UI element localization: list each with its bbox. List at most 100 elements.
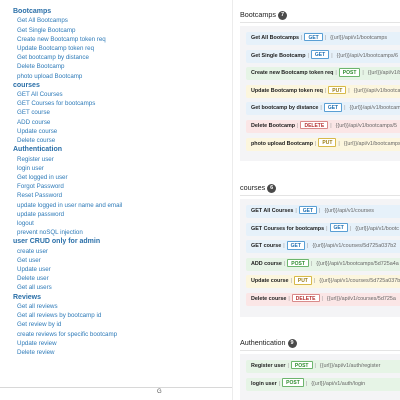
separator: |	[326, 225, 328, 232]
sidebar-item[interactable]: Update user	[13, 265, 232, 274]
endpoint-row[interactable]: GET Courses for bootcamps | GET | {{url}}/ap…	[246, 222, 400, 236]
sidebar-item[interactable]: create user	[13, 247, 232, 256]
endpoint-url: {{url}}/api/v1/courses/5d725a	[326, 295, 396, 302]
sidebar-item[interactable]: update password	[13, 210, 232, 219]
http-method-badge: GET	[286, 241, 305, 250]
section-header[interactable]: courses 6	[240, 181, 400, 195]
section-header[interactable]: Authentication 9	[240, 336, 400, 350]
sidebar-item[interactable]: prevent noSQL injection	[13, 228, 232, 237]
sidebar-item[interactable]: Delete user	[13, 274, 232, 283]
sidebar-item[interactable]: Get all reviews	[13, 302, 232, 311]
http-method-badge: GET	[304, 32, 323, 42]
separator: |	[310, 260, 313, 267]
sidebar-list: Bootcamps Get All Bootcamps Get Single Boo…	[13, 7, 232, 357]
endpoint-row[interactable]: ADD course | POST | {{url}}/api/v1/bootcamps…	[246, 257, 400, 271]
sidebar-item[interactable]: Register user	[13, 155, 232, 164]
endpoint-row[interactable]: Register user | POST | {{url}}/api/v1/auth/r…	[246, 360, 400, 373]
sidebar-item[interactable]: Get user	[13, 256, 232, 265]
sidebar-group-title[interactable]: Bootcamps	[13, 7, 232, 16]
endpoint-row[interactable]: login user | POST | {{url}}/api/v1/auth/logi…	[246, 377, 400, 391]
endpoint-row[interactable]: Get Single Bootcamp | GET | {{url}}/api/v1/b…	[246, 49, 400, 63]
section-count-badge: 6	[267, 183, 277, 193]
separator: |	[283, 243, 285, 250]
separator: |	[338, 140, 340, 147]
separator: |	[362, 70, 364, 77]
sidebar-item[interactable]: Reset Password	[13, 191, 232, 200]
sidebar-item[interactable]: Delete course	[13, 136, 232, 145]
separator: |	[349, 225, 352, 232]
sidebar-item[interactable]: GET Courses for bootcamps	[13, 99, 232, 108]
sidebar-item[interactable]: Update review	[13, 339, 232, 348]
section-header[interactable]: Bootcamps 7	[240, 8, 400, 22]
section-endpoint-list: Get All Bootcamps | GET | {{url}}/api/v1/boo…	[240, 26, 400, 162]
sidebar-group-title[interactable]: Reviews	[13, 293, 232, 302]
sidebar-item[interactable]: Forgot Password	[13, 182, 232, 191]
sidebar-group-title[interactable]: courses	[13, 81, 232, 90]
sidebar-group-title[interactable]: Authentication	[13, 145, 232, 154]
sidebar-item[interactable]: Get Single Bootcamp	[13, 26, 232, 35]
endpoint-row[interactable]: Update course | PUT | {{url}}/api/v1/courses…	[246, 275, 400, 289]
sidebar-item[interactable]: Update course	[13, 127, 232, 136]
main-content: Bootcamps 7 Get All Bootcamps | GET | {{url}}…	[233, 0, 400, 400]
endpoint-url: {{url}}/api/v1/courses/5d725a037b	[319, 278, 400, 285]
endpoint-name: GET Courses for bootcamps	[251, 225, 325, 232]
sidebar-item[interactable]: logout	[13, 219, 232, 228]
separator: |	[320, 105, 322, 112]
sidebar-item[interactable]: Get All Bootcamps	[13, 16, 232, 25]
http-method-badge: DELETE	[300, 120, 329, 130]
endpoint-name: GET course	[251, 243, 282, 250]
section-authentication: Authentication 9 Register user | POST | {{url…	[240, 336, 400, 400]
endpoint-url: {{url}}/api/v1/bootcamps/5	[335, 122, 398, 129]
endpoint-row[interactable]: Get All Bootcamps | GET | {{url}}/api/v1/boo…	[246, 32, 400, 45]
section-title: courses	[240, 183, 266, 192]
sidebar-item[interactable]: GET All Courses	[13, 90, 232, 99]
sidebar-bottom-rule	[0, 387, 232, 388]
separator: |	[324, 87, 327, 94]
endpoint-row[interactable]: Create new Bootcamp token req | POST | {{url…	[246, 67, 400, 81]
section-divider	[240, 22, 400, 23]
endpoint-name: GET All Courses	[251, 208, 294, 214]
sidebar-item[interactable]: Get all reviews by bootcamp id	[13, 311, 232, 320]
section-courses: courses 6 GET All Courses | GET | {{url}}/api…	[240, 181, 400, 317]
edge-text: G	[157, 389, 162, 395]
sidebar-item[interactable]: login user	[13, 164, 232, 173]
endpoint-name: Get bootcamp by distance	[251, 105, 319, 112]
separator: |	[313, 278, 316, 285]
sidebar-group-title[interactable]: user CRUD only for admin	[13, 237, 232, 246]
endpoint-row[interactable]: Delete Bootcamp | DELETE | {{url}}/api/v1/bo…	[246, 119, 400, 133]
endpoint-row[interactable]: GET course | GET | {{url}}/api/v1/courses/5d…	[246, 240, 400, 254]
endpoint-row[interactable]: GET All Courses | GET | {{url}}/api/v1/cours…	[246, 205, 400, 218]
section-count-badge: 9	[287, 338, 297, 348]
separator: |	[344, 105, 346, 112]
sidebar-item[interactable]: Update Bootcamp token req	[13, 44, 232, 53]
endpoint-url: {{url}}/api/v1/bootcamps	[353, 87, 400, 94]
separator: |	[314, 363, 316, 369]
sidebar-item[interactable]: Get bootcamp by distance	[13, 53, 232, 62]
sidebar-item[interactable]: Get logged in user	[13, 173, 232, 182]
endpoint-row[interactable]: Get bootcamp by distance | GET | {{url}}/api…	[246, 102, 400, 116]
separator: |	[283, 260, 286, 267]
endpoint-row[interactable]: photo upload Bootcamp | PUT | {{url}}/api/v1…	[246, 137, 400, 151]
endpoint-row[interactable]: Delete course | DELETE | {{url}}/api/v1/cour…	[246, 292, 400, 306]
sidebar-item[interactable]: Get all users	[13, 283, 232, 292]
sidebar-item[interactable]: Delete review	[13, 348, 232, 357]
sidebar-item[interactable]: photo upload Bootcamp	[13, 72, 232, 81]
separator: |	[295, 208, 297, 214]
section-endpoint-list: GET All Courses | GET | {{url}}/api/v1/cours…	[240, 199, 400, 317]
separator: |	[335, 70, 337, 77]
sidebar-item[interactable]: create reviews for specific bootcamp	[13, 330, 232, 339]
endpoint-row[interactable]: Update Bootcamp token req | PUT | {{url}}/ap…	[246, 84, 400, 98]
endpoint-name: Delete course	[251, 295, 287, 302]
section-divider	[240, 350, 400, 351]
sidebar-item[interactable]: update logged in user name and email	[13, 201, 232, 210]
sidebar-item[interactable]: GET course	[13, 108, 232, 117]
sidebar-item[interactable]: Get review by id	[13, 320, 232, 329]
separator: |	[297, 122, 299, 129]
endpoint-url: {{url}}/api/v1/bootcamps/	[343, 140, 400, 147]
http-method-badge: POST	[282, 378, 304, 387]
sidebar-item[interactable]: ADD course	[13, 118, 232, 127]
endpoint-name: Create new Bootcamp token req	[251, 70, 334, 77]
sidebar-item[interactable]: Delete Bootcamp	[13, 62, 232, 71]
http-method-badge: POST	[338, 68, 361, 77]
sidebar-item[interactable]: Create new Bootcamp token req	[13, 35, 232, 44]
